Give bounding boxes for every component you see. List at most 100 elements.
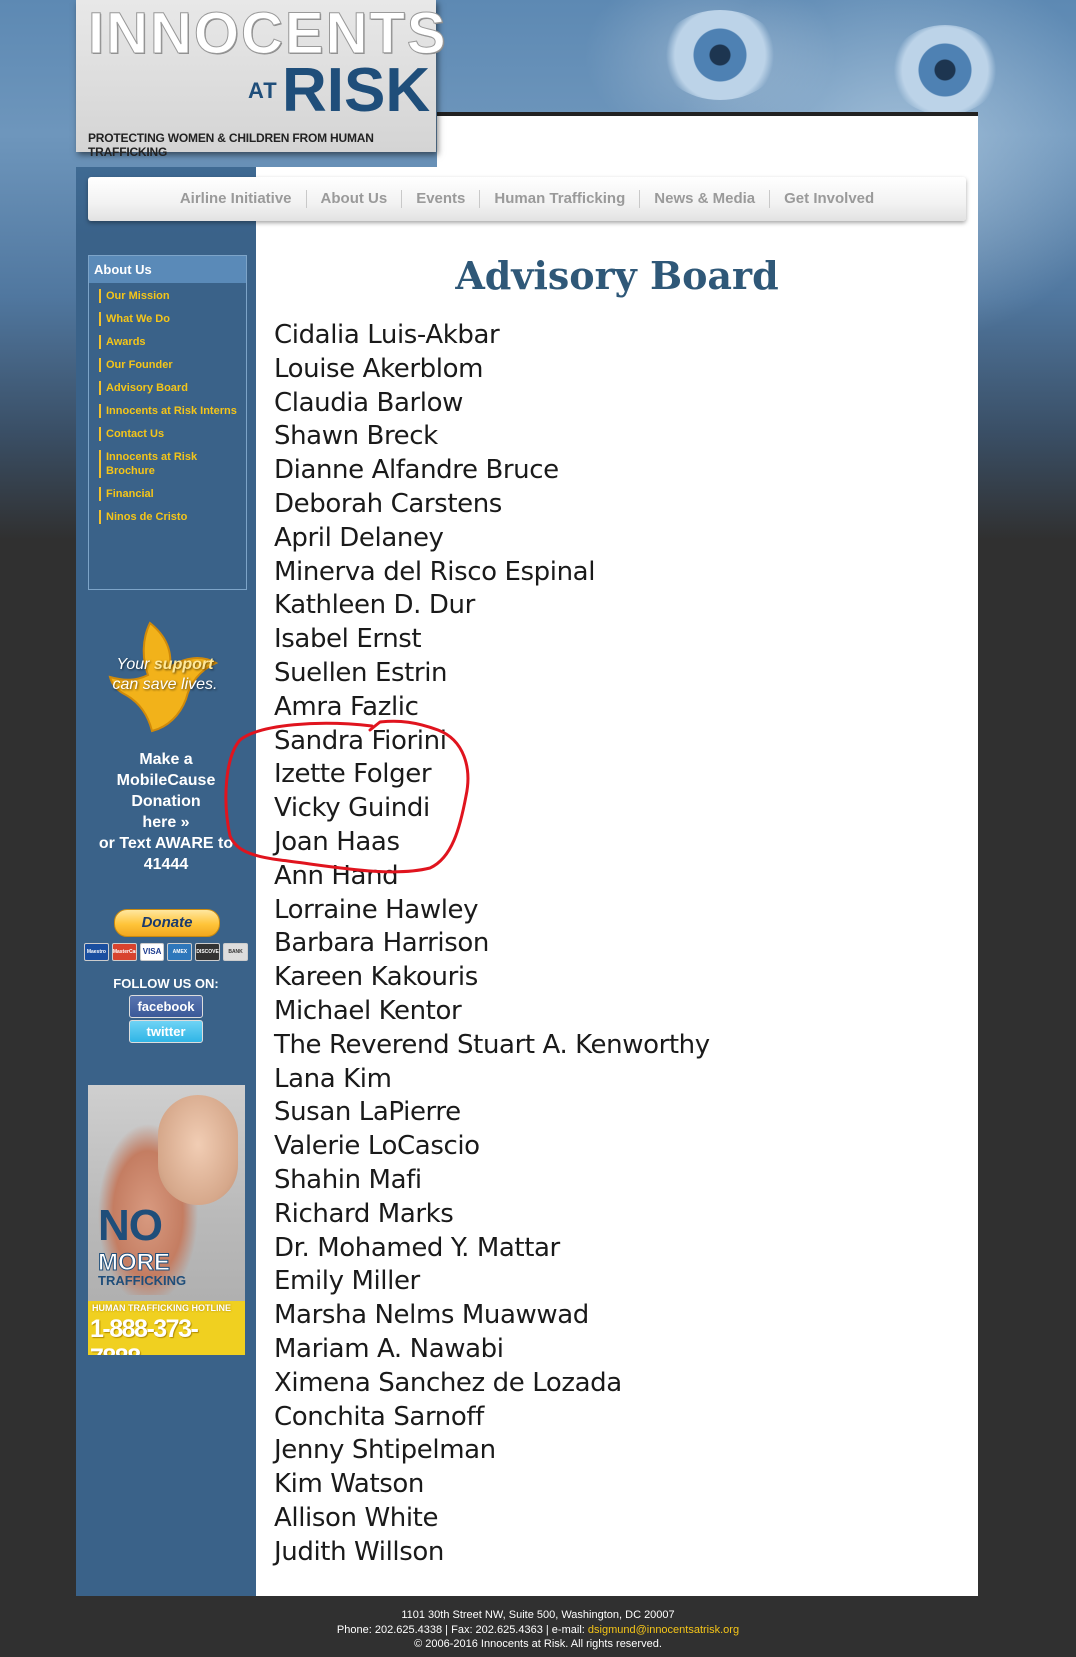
board-member: Dianne Alfandre Bruce bbox=[274, 455, 559, 486]
board-member: Joan Haas bbox=[274, 826, 400, 857]
main-content: Advisory Board Cidalia Luis-Akbar Louise… bbox=[256, 235, 978, 1596]
nav-news-media[interactable]: News & Media bbox=[639, 190, 769, 208]
mobilecause-donation-link[interactable]: Make a MobileCause Donation here » or Te… bbox=[76, 749, 256, 875]
mobilecause-line: here » bbox=[142, 814, 190, 831]
support-text: Your support can save lives. bbox=[90, 655, 240, 695]
board-member: Susan LaPierre bbox=[274, 1097, 461, 1128]
support-badge[interactable]: Your support can save lives. bbox=[90, 615, 240, 735]
support-word: support bbox=[153, 656, 214, 673]
board-member: Kareen Kakouris bbox=[274, 962, 478, 993]
board-member: April Delaney bbox=[274, 522, 444, 553]
submenu-item: Innocents at Risk Brochure bbox=[99, 450, 246, 478]
board-member: Suellen Estrin bbox=[274, 657, 448, 688]
board-member: Shahin Mafi bbox=[274, 1164, 422, 1195]
nav-about-us[interactable]: About Us bbox=[305, 190, 402, 208]
header-white-band bbox=[437, 112, 978, 171]
mobilecause-line: or Text AWARE to bbox=[98, 835, 234, 852]
board-member: Dr. Mohamed Y. Mattar bbox=[274, 1232, 560, 1263]
submenu-link-ninos-de-cristo[interactable]: Ninos de Cristo bbox=[106, 510, 246, 524]
advisory-board-list: Cidalia Luis-Akbar Louise Akerblom Claud… bbox=[274, 319, 710, 1569]
board-member: Mariam A. Nawabi bbox=[274, 1333, 504, 1364]
board-member: Emily Miller bbox=[274, 1266, 420, 1297]
board-member: Valerie LoCascio bbox=[274, 1131, 480, 1162]
board-member: Amra Fazlic bbox=[274, 691, 419, 722]
board-member: Michael Kentor bbox=[274, 995, 462, 1026]
footer: 1101 30th Street NW, Suite 500, Washingt… bbox=[0, 1608, 1076, 1652]
submenu-item: Ninos de Cristo bbox=[99, 510, 246, 524]
submenu-item: Advisory Board bbox=[99, 381, 246, 395]
submenu-link-our-founder[interactable]: Our Founder bbox=[106, 358, 246, 372]
logo-tagline: PROTECTING WOMEN & CHILDREN FROM HUMAN T… bbox=[88, 131, 374, 159]
board-member: Isabel Ernst bbox=[274, 624, 422, 655]
board-member: Ximena Sanchez de Lozada bbox=[274, 1367, 622, 1398]
board-member: Allison White bbox=[274, 1502, 439, 1533]
footer-address: 1101 30th Street NW, Suite 500, Washingt… bbox=[401, 1609, 675, 1621]
board-member: Conchita Sarnoff bbox=[274, 1401, 484, 1432]
board-member: Barbara Harrison bbox=[274, 928, 489, 959]
no-more-trafficking-ad[interactable]: NO MORE TRAFFICKING HUMAN TRAFFICKING HO… bbox=[88, 1085, 245, 1355]
maestro-card-icon: Maestro bbox=[84, 943, 109, 961]
board-member: Marsha Nelms Muawwad bbox=[274, 1300, 589, 1331]
board-member: The Reverend Stuart A. Kenworthy bbox=[274, 1029, 710, 1060]
eye-left-decoration bbox=[660, 10, 780, 100]
nav-events[interactable]: Events bbox=[401, 190, 479, 208]
submenu-link-awards[interactable]: Awards bbox=[106, 335, 246, 349]
footer-contact-line: Phone: 202.625.4338 | Fax: 202.625.4363 … bbox=[0, 1623, 1076, 1638]
nav-human-trafficking[interactable]: Human Trafficking bbox=[479, 190, 639, 208]
submenu-list: Our Mission What We Do Awards Our Founde… bbox=[89, 283, 246, 524]
board-member: Sandra Fiorini bbox=[274, 725, 447, 756]
board-member: Richard Marks bbox=[274, 1198, 454, 1229]
footer-email-link[interactable]: dsigmund@innocentsatrisk.org bbox=[588, 1624, 739, 1636]
board-member: Louise Akerblom bbox=[274, 353, 484, 384]
board-member: Deborah Carstens bbox=[274, 488, 502, 519]
submenu-item: Our Founder bbox=[99, 358, 246, 372]
board-member: Ann Hand bbox=[274, 860, 399, 891]
submenu-item: What We Do bbox=[99, 312, 246, 326]
board-member: Izette Folger bbox=[274, 759, 432, 790]
mobilecause-line: 41444 bbox=[143, 856, 189, 873]
discover-card-icon: DISCOVER bbox=[195, 943, 221, 961]
board-member: Lana Kim bbox=[274, 1063, 392, 1094]
eye-right-decoration bbox=[890, 25, 1000, 115]
nav-get-involved[interactable]: Get Involved bbox=[769, 190, 888, 208]
board-member: Kim Watson bbox=[274, 1469, 424, 1500]
mobilecause-line: Make a bbox=[139, 751, 193, 768]
submenu-link-what-we-do[interactable]: What We Do bbox=[106, 312, 246, 326]
bank-card-icon: BANK bbox=[223, 943, 248, 961]
main-nav: Airline Initiative About Us Events Human… bbox=[88, 177, 966, 221]
board-member: Kathleen D. Dur bbox=[274, 590, 475, 621]
submenu-link-financial[interactable]: Financial bbox=[106, 487, 246, 501]
mastercard-card-icon: MasterCard bbox=[111, 943, 137, 961]
support-line1: Your bbox=[116, 656, 150, 673]
ad-hotline-strip: HUMAN TRAFFICKING HOTLINE 1-888-373-7888 bbox=[88, 1301, 245, 1355]
follow-us-label: FOLLOW US ON: bbox=[113, 976, 219, 991]
twitter-button[interactable]: twitter bbox=[129, 1020, 203, 1043]
submenu-link-our-mission[interactable]: Our Mission bbox=[106, 289, 246, 303]
sidebar: About Us Our Mission What We Do Awards O… bbox=[76, 235, 256, 1596]
submenu-title: About Us bbox=[89, 256, 246, 283]
board-member: Minerva del Risco Espinal bbox=[274, 556, 596, 587]
amex-card-icon: AMEX bbox=[167, 943, 193, 961]
donate-button[interactable]: Donate bbox=[114, 909, 220, 937]
site-logo[interactable]: INNOCENTS AT RISK PROTECTING WOMEN & CHI… bbox=[76, 0, 446, 159]
footer-copyright: © 2006-2016 Innocents at Risk. All right… bbox=[414, 1638, 662, 1650]
submenu-link-contact-us[interactable]: Contact Us bbox=[106, 427, 246, 441]
submenu-link-advisory-board[interactable]: Advisory Board bbox=[106, 381, 246, 395]
logo-innocents-text: INNOCENTS bbox=[88, 1, 448, 66]
submenu-link-brochure[interactable]: Innocents at Risk Brochure bbox=[106, 450, 246, 478]
board-member: Vicky Guindi bbox=[274, 793, 430, 824]
payment-cards: Maestro MasterCard VISA AMEX DISCOVER BA… bbox=[84, 943, 248, 961]
mobilecause-line: MobileCause bbox=[116, 772, 216, 789]
ad-hotline-label: HUMAN TRAFFICKING HOTLINE bbox=[92, 1303, 231, 1313]
ad-no-text: NO bbox=[98, 1201, 163, 1250]
board-member: Claudia Barlow bbox=[274, 387, 463, 418]
nav-airline-initiative[interactable]: Airline Initiative bbox=[166, 190, 306, 208]
support-line2: can save lives. bbox=[112, 676, 218, 693]
nav-strip: Airline Initiative About Us Events Human… bbox=[76, 167, 978, 235]
submenu-item: Contact Us bbox=[99, 427, 246, 441]
submenu-link-interns[interactable]: Innocents at Risk Interns bbox=[106, 404, 246, 418]
board-member: Judith Willson bbox=[274, 1536, 444, 1567]
facebook-button[interactable]: facebook bbox=[129, 995, 203, 1018]
submenu-item: Our Mission bbox=[99, 289, 246, 303]
ad-trafficking-text: TRAFFICKING bbox=[98, 1273, 187, 1288]
